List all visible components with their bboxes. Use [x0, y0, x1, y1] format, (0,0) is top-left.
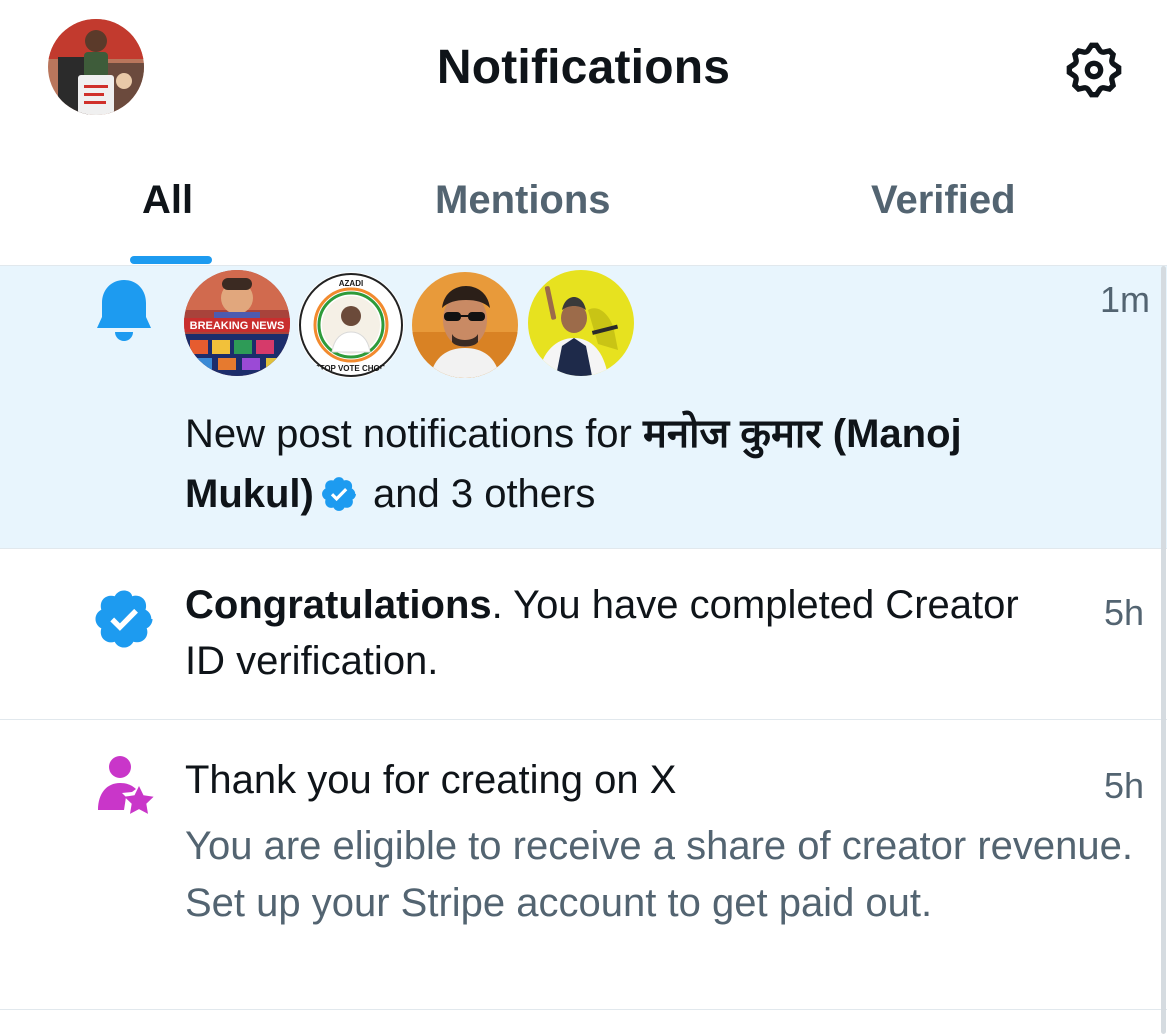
bell-icon: [97, 280, 151, 341]
avatar-man-sunglasses[interactable]: [412, 272, 518, 378]
verified-badge-icon: [95, 590, 153, 648]
svg-text:BREAKING NEWS: BREAKING NEWS: [190, 320, 285, 332]
notification-text: Congratulations. You have completed Crea…: [185, 583, 1019, 683]
timestamp: 5h: [1104, 592, 1145, 633]
verified-badge-icon: [321, 477, 356, 511]
timestamp: 1m: [1100, 279, 1151, 320]
notification-body: You are eligible to receive a share of c…: [185, 824, 1133, 925]
svg-text:AZADI: AZADI: [339, 279, 363, 288]
active-tab-indicator: [130, 256, 212, 264]
avatar-man-yellow-bg[interactable]: [528, 270, 634, 376]
settings-button[interactable]: [1058, 36, 1130, 104]
scrollbar[interactable]: [1161, 266, 1166, 1034]
tab-bar: All Mentions Verified: [0, 136, 1167, 266]
avatar-breaking-news[interactable]: BREAKING NEWS: [184, 270, 290, 376]
gear-icon: [1066, 42, 1122, 98]
notification-new-posts[interactable]: BREAKING NEWS AZADI STOP VOTE CHORI 1m N…: [0, 266, 1167, 549]
page-title: Notifications: [436, 41, 731, 94]
notification-creator[interactable]: Thank you for creating on X 5h You are e…: [0, 720, 1167, 1010]
tab-mentions[interactable]: Mentions: [435, 172, 611, 242]
avatar-stop-vote-chori[interactable]: AZADI STOP VOTE CHORI: [298, 272, 404, 378]
tab-all[interactable]: All: [142, 172, 193, 242]
notification-title: Thank you for creating on X: [185, 758, 677, 802]
header: Notifications: [0, 0, 1167, 136]
tab-verified[interactable]: Verified: [871, 172, 1016, 242]
timestamp: 5h: [1104, 765, 1145, 806]
notifications-screen: Notifications All Mentions Verified BREA…: [0, 0, 1167, 1034]
person-star-icon: [98, 756, 154, 814]
svg-text:STOP VOTE CHORI: STOP VOTE CHORI: [314, 364, 388, 373]
notification-text: New post notifications for मनोज कुमार (M…: [185, 412, 962, 516]
notification-verification[interactable]: Congratulations. You have completed Crea…: [0, 549, 1167, 720]
